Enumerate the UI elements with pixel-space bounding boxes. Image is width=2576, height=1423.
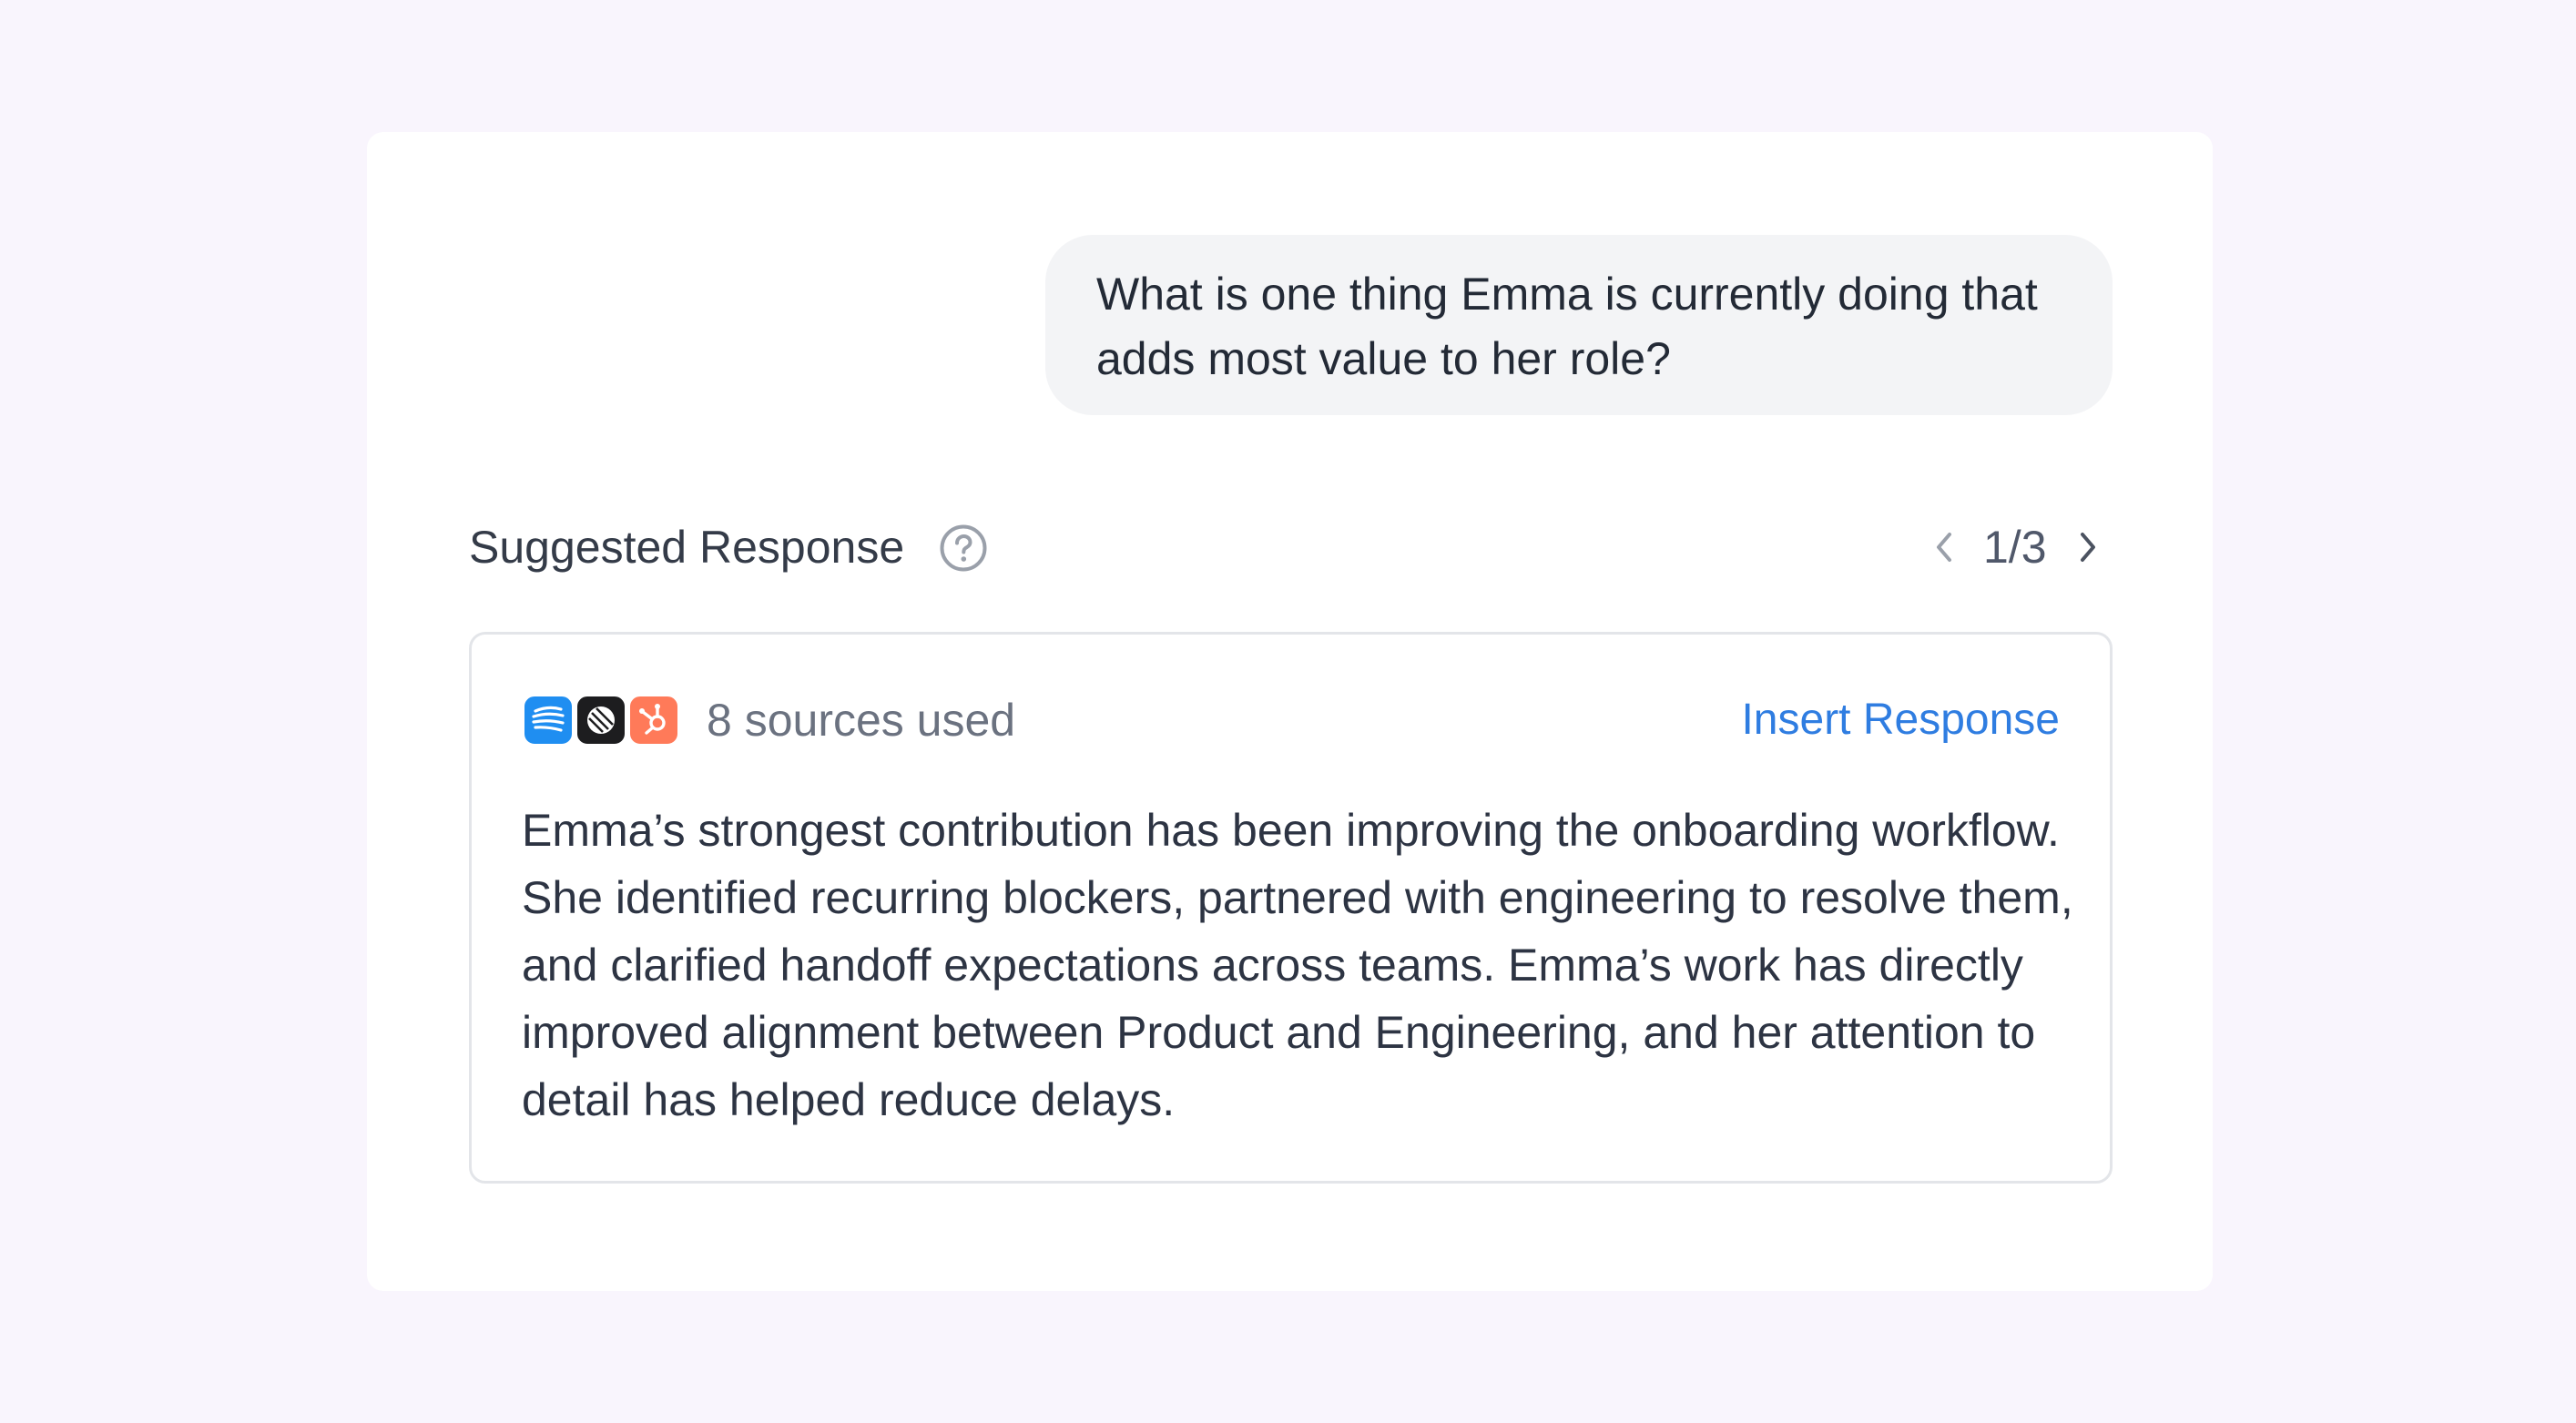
- user-question-text: What is one thing Emma is currently doin…: [1096, 269, 2038, 384]
- section-title: Suggested Response: [469, 522, 905, 573]
- insert-response-button[interactable]: Insert Response: [1741, 693, 2060, 747]
- source-app-dark-icon: [575, 694, 627, 747]
- pager-count: 1/3: [1983, 522, 2047, 573]
- question-circle-icon[interactable]: [939, 523, 988, 573]
- hubspot-icon: [627, 694, 680, 747]
- suggested-response-box: 8 sources used Insert Response Emma’s st…: [469, 632, 2113, 1184]
- source-icons: [522, 694, 686, 747]
- suggested-response-text: Emma’s strongest contribution has been i…: [522, 805, 2073, 1125]
- user-question-bubble: What is one thing Emma is currently doin…: [1045, 235, 2113, 415]
- response-pager: 1/3: [1930, 514, 2113, 578]
- source-app-blue-icon: [522, 694, 575, 747]
- chat-card: What is one thing Emma is currently doin…: [367, 132, 2213, 1291]
- sources-used-label[interactable]: 8 sources used: [707, 693, 1015, 747]
- chevron-right-icon[interactable]: [2074, 529, 2102, 565]
- chevron-left-icon[interactable]: [1930, 529, 1958, 565]
- suggested-response-header: Suggested Response 1/3: [469, 514, 2113, 578]
